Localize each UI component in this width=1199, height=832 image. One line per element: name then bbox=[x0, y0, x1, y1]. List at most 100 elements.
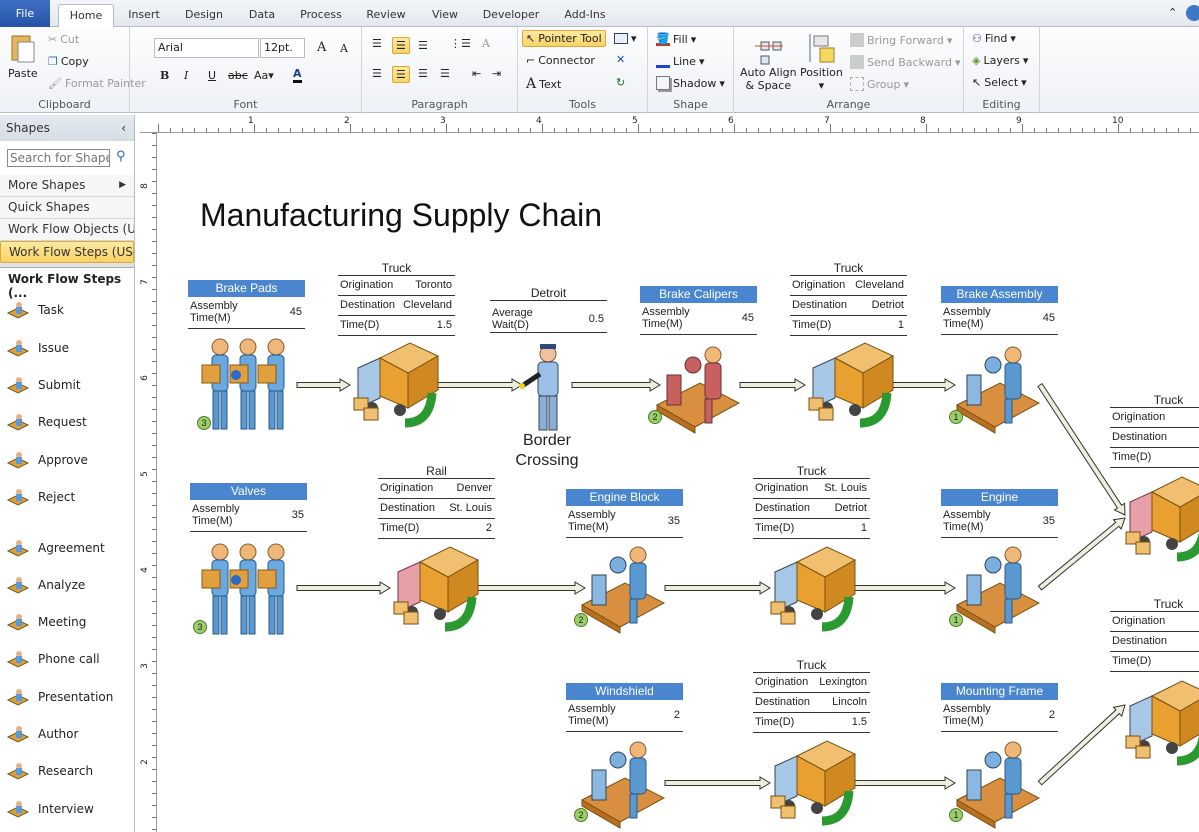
work-flow-steps-row[interactable]: Work Flow Steps (US ... bbox=[0, 241, 134, 263]
tab-insert[interactable]: Insert bbox=[122, 4, 166, 27]
align-bottom-button[interactable]: ☰ bbox=[418, 39, 428, 52]
flow-arrow[interactable] bbox=[437, 378, 523, 392]
copy-button[interactable]: ❐ Copy bbox=[48, 55, 89, 68]
tab-review[interactable]: Review bbox=[362, 4, 410, 27]
align-middle-button[interactable]: ☰ bbox=[392, 37, 410, 54]
stencil-item-approve[interactable]: Approve bbox=[6, 449, 88, 471]
stencil-item-research[interactable]: Research bbox=[6, 760, 93, 782]
stencil-item-issue[interactable]: Issue bbox=[6, 337, 69, 359]
step-label[interactable]: Engine bbox=[941, 489, 1058, 506]
tab-home[interactable]: Home bbox=[58, 4, 114, 27]
find-button[interactable]: ⚇ Find ▾ bbox=[972, 32, 1016, 45]
decrease-indent-button[interactable]: ⇤ bbox=[472, 67, 481, 80]
minimize-ribbon-icon[interactable]: ⌃ bbox=[1168, 6, 1177, 19]
step-label[interactable]: Mounting Frame bbox=[941, 683, 1058, 700]
tab-file[interactable]: File bbox=[0, 0, 50, 27]
step-label[interactable]: Windshield bbox=[566, 683, 683, 700]
tab-data[interactable]: Data bbox=[244, 4, 280, 27]
stencil-item-agreement[interactable]: Agreement bbox=[6, 537, 105, 559]
strikethrough-button[interactable]: abc bbox=[228, 69, 248, 82]
align-center-button[interactable]: ☰ bbox=[392, 66, 410, 83]
flow-arrow[interactable] bbox=[296, 378, 351, 392]
search-shapes-input[interactable] bbox=[7, 149, 110, 167]
bullets-button[interactable]: ⋮☰ bbox=[450, 37, 471, 50]
stencil-item-author[interactable]: Author bbox=[6, 723, 78, 745]
stencil-item-reject[interactable]: Reject bbox=[6, 486, 75, 508]
stencil-item-task[interactable]: Task bbox=[6, 299, 64, 321]
tab-process[interactable]: Process bbox=[296, 4, 346, 27]
connection-point-button[interactable]: ✕ bbox=[616, 53, 625, 66]
transport-table: Truck Origination St. Louis Destination Detr… bbox=[753, 464, 870, 539]
bold-button[interactable]: B bbox=[160, 69, 169, 82]
step-label[interactable]: Engine Block bbox=[566, 489, 683, 506]
tab-design[interactable]: Design bbox=[180, 4, 228, 27]
row-value: St. Louis bbox=[824, 482, 867, 494]
fill-button[interactable]: 🪣 Fill ▾ bbox=[656, 32, 696, 46]
underline-button[interactable]: U bbox=[208, 69, 216, 82]
ruler-tick bbox=[230, 128, 231, 132]
select-button[interactable]: ↖ Select ▾ bbox=[972, 76, 1027, 89]
ruler-tick bbox=[152, 457, 156, 458]
line-button[interactable]: Line ▾ bbox=[656, 54, 704, 68]
send-backward-button[interactable]: Send Backward ▾ bbox=[850, 55, 961, 69]
text-block-button[interactable]: A bbox=[482, 37, 490, 50]
layers-button[interactable]: ◈ Layers ▾ bbox=[972, 54, 1028, 67]
step-label[interactable]: Brake Calipers bbox=[640, 286, 757, 303]
align-right-button[interactable]: ☰ bbox=[418, 67, 428, 80]
step-label[interactable]: Valves bbox=[190, 483, 307, 500]
increase-indent-button[interactable]: ⇥ bbox=[492, 67, 501, 80]
paste-button[interactable]: Paste bbox=[8, 32, 38, 80]
ruler-tick bbox=[152, 745, 156, 746]
step-label[interactable]: Brake Assembly bbox=[941, 286, 1058, 303]
flow-arrow[interactable] bbox=[852, 776, 956, 790]
step-label[interactable]: Brake Pads bbox=[188, 280, 305, 297]
connector-tool-button[interactable]: ⌐ Connector bbox=[526, 54, 595, 67]
font-color-button[interactable]: A bbox=[293, 67, 302, 83]
flow-arrow[interactable] bbox=[852, 581, 956, 595]
shadow-button[interactable]: Shadow ▾ bbox=[656, 76, 725, 90]
auto-align-button[interactable]: Auto Align & Space bbox=[740, 32, 797, 92]
rotate-text-button[interactable]: ↻ bbox=[616, 76, 625, 89]
position-button[interactable]: Position ▾ bbox=[800, 32, 843, 92]
font-size-select[interactable]: 12pt. bbox=[260, 38, 305, 58]
bring-forward-button[interactable]: Bring Forward ▾ bbox=[850, 33, 952, 47]
more-shapes-row[interactable]: More Shapes ▶ bbox=[0, 175, 134, 197]
align-top-button[interactable]: ☰ bbox=[372, 37, 382, 50]
grow-font-button[interactable]: A bbox=[317, 40, 326, 55]
align-left-button[interactable]: ☰ bbox=[372, 67, 382, 80]
change-case-button[interactable]: Aa▾ bbox=[254, 69, 274, 82]
flow-arrow[interactable] bbox=[296, 581, 391, 595]
italic-button[interactable]: I bbox=[184, 69, 188, 82]
justify-button[interactable]: ☰ bbox=[440, 67, 450, 80]
stencil-item-analyze[interactable]: Analyze bbox=[6, 574, 85, 596]
stencil-item-request[interactable]: Request bbox=[6, 411, 87, 433]
shrink-font-button[interactable]: A bbox=[340, 42, 348, 55]
stencil-item-interview[interactable]: Interview bbox=[6, 798, 94, 820]
cut-button[interactable]: ✂ Cut bbox=[48, 33, 79, 46]
search-icon[interactable]: ⚲ bbox=[116, 149, 126, 164]
pointer-tool-button[interactable]: ↖ Pointer Tool bbox=[522, 30, 606, 47]
flow-arrow[interactable] bbox=[664, 776, 771, 790]
rectangle-tool-button[interactable]: ▾ bbox=[614, 32, 637, 45]
work-flow-objects-row[interactable]: Work Flow Objects (U... bbox=[0, 219, 134, 241]
stencil-item-meeting[interactable]: Meeting bbox=[6, 611, 86, 633]
flow-arrow[interactable] bbox=[571, 378, 661, 392]
stencil-item-submit[interactable]: Submit bbox=[6, 374, 81, 396]
quick-shapes-row[interactable]: Quick Shapes bbox=[0, 197, 134, 219]
stencil-item-presentation[interactable]: Presentation bbox=[6, 686, 113, 708]
help-icon[interactable] bbox=[1186, 5, 1199, 21]
flow-arrow[interactable] bbox=[664, 581, 771, 595]
text-tool-button[interactable]: A Text bbox=[526, 76, 561, 92]
drawing-canvas[interactable]: Manufacturing Supply Chain Brake Pads Ass… bbox=[157, 133, 1199, 832]
flow-arrow[interactable] bbox=[739, 378, 806, 392]
font-family-select[interactable]: Arial bbox=[154, 38, 259, 58]
flow-arrow[interactable] bbox=[477, 581, 586, 595]
tab-developer[interactable]: Developer bbox=[480, 4, 542, 27]
tab-view[interactable]: View bbox=[426, 4, 464, 27]
stencil-item-phone-call[interactable]: Phone call bbox=[6, 648, 100, 670]
flow-arrow[interactable] bbox=[889, 378, 956, 392]
group-button[interactable]: Group ▾ bbox=[850, 77, 909, 91]
ruler-tick bbox=[152, 301, 156, 302]
collapse-icon[interactable]: ‹ bbox=[121, 115, 126, 141]
tab-add-ins[interactable]: Add-Ins bbox=[558, 4, 612, 27]
